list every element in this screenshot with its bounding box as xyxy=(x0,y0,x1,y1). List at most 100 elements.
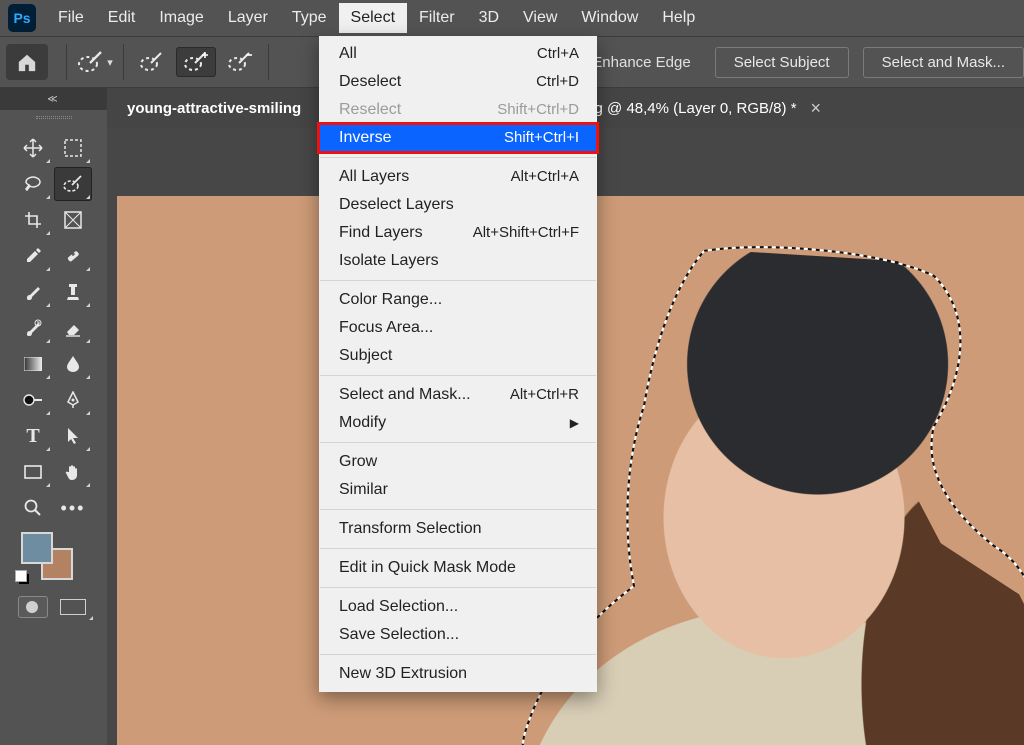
quick-selection-tool[interactable] xyxy=(54,167,92,201)
pen-tool[interactable] xyxy=(54,383,92,417)
menu-item-select-and-mask[interactable]: Select and Mask...Alt+Ctrl+R xyxy=(319,381,597,409)
menu-item-label: Load Selection... xyxy=(339,596,458,618)
select-subject-label: Select Subject xyxy=(734,54,830,71)
menu-item-label: Save Selection... xyxy=(339,624,459,646)
eyedropper-tool[interactable] xyxy=(14,239,52,273)
lasso-tool[interactable] xyxy=(14,167,52,201)
menu-file[interactable]: File xyxy=(46,3,96,33)
panel-grip[interactable] xyxy=(0,110,107,124)
gradient-tool[interactable] xyxy=(14,347,52,381)
dropdown-caret-icon: ▾ xyxy=(107,56,113,69)
menu-help[interactable]: Help xyxy=(650,3,707,33)
history-brush-tool[interactable] xyxy=(14,311,52,345)
menu-separator xyxy=(320,548,596,549)
menu-layer[interactable]: Layer xyxy=(216,3,280,33)
chevron-left-icon: ≪ xyxy=(47,94,59,105)
foreground-swatch[interactable] xyxy=(21,532,53,564)
menu-separator xyxy=(320,157,596,158)
screen-mode-toggle[interactable] xyxy=(57,596,89,618)
menu-item-subject[interactable]: Subject xyxy=(319,342,597,370)
menu-view[interactable]: View xyxy=(511,3,569,33)
home-button[interactable] xyxy=(6,44,48,80)
menu-item-deselect-layers[interactable]: Deselect Layers xyxy=(319,191,597,219)
menubar-items: FileEditImageLayerTypeSelectFilter3DView… xyxy=(46,3,707,33)
menu-item-label: Transform Selection xyxy=(339,518,482,540)
select-and-mask-button[interactable]: Select and Mask... xyxy=(863,47,1024,78)
menu-item-focus-area[interactable]: Focus Area... xyxy=(319,314,597,342)
healing-brush-tool[interactable] xyxy=(54,239,92,273)
subtract-selection-icon[interactable] xyxy=(220,47,260,77)
close-icon[interactable]: × xyxy=(811,98,822,119)
menu-item-shortcut: Shift+Ctrl+D xyxy=(497,99,579,121)
tab-title-suffix: pg @ 48,4% (Layer 0, RGB/8) * xyxy=(586,100,796,117)
menu-filter[interactable]: Filter xyxy=(407,3,467,33)
menu-item-transform-selection[interactable]: Transform Selection xyxy=(319,515,597,543)
edit-toolbar[interactable]: ••• xyxy=(54,491,92,525)
menu-separator xyxy=(320,654,596,655)
move-tool[interactable] xyxy=(14,131,52,165)
zoom-tool[interactable] xyxy=(14,491,52,525)
menu-select[interactable]: Select xyxy=(339,3,407,33)
menu-item-load-selection[interactable]: Load Selection... xyxy=(319,593,597,621)
toolbox: T ••• xyxy=(9,126,97,628)
menu-item-similar[interactable]: Similar xyxy=(319,476,597,504)
add-selection-icon[interactable] xyxy=(176,47,216,77)
menu-item-find-layers[interactable]: Find LayersAlt+Shift+Ctrl+F xyxy=(319,219,597,247)
dodge-tool[interactable] xyxy=(14,383,52,417)
menu-item-shortcut: Alt+Ctrl+R xyxy=(510,384,579,406)
color-swatches[interactable] xyxy=(15,532,93,588)
menu-3d[interactable]: 3D xyxy=(467,3,511,33)
menubar: Ps FileEditImageLayerTypeSelectFilter3DV… xyxy=(0,0,1024,36)
menu-edit[interactable]: Edit xyxy=(96,3,148,33)
qsel-tool-icon[interactable]: ▾ xyxy=(75,47,115,77)
blur-tool[interactable] xyxy=(54,347,92,381)
clone-stamp-tool[interactable] xyxy=(54,275,92,309)
menu-item-shortcut: Ctrl+A xyxy=(537,43,579,65)
menu-image[interactable]: Image xyxy=(147,3,215,33)
menu-item-reselect: ReselectShift+Ctrl+D xyxy=(319,96,597,124)
eraser-tool[interactable] xyxy=(54,311,92,345)
panel-collapse-tab[interactable]: ≪ xyxy=(0,88,107,110)
menu-item-isolate-layers[interactable]: Isolate Layers xyxy=(319,247,597,275)
rectangle-tool[interactable] xyxy=(14,455,52,489)
default-colors-icon[interactable] xyxy=(15,570,31,586)
menu-item-label: All Layers xyxy=(339,166,409,188)
menu-item-deselect[interactable]: DeselectCtrl+D xyxy=(319,68,597,96)
menu-item-inverse[interactable]: InverseShift+Ctrl+I xyxy=(319,124,597,152)
menu-item-label: Similar xyxy=(339,479,388,501)
select-subject-button[interactable]: Select Subject xyxy=(715,47,849,78)
menu-item-label: Modify xyxy=(339,412,386,434)
menu-item-label: New 3D Extrusion xyxy=(339,663,467,685)
new-selection-icon[interactable] xyxy=(132,47,172,77)
menu-item-label: Deselect Layers xyxy=(339,194,454,216)
type-tool[interactable]: T xyxy=(14,419,52,453)
menu-item-label: Grow xyxy=(339,451,377,473)
menu-item-all[interactable]: AllCtrl+A xyxy=(319,40,597,68)
menu-item-new-3d-extrusion[interactable]: New 3D Extrusion xyxy=(319,660,597,688)
menu-item-grow[interactable]: Grow xyxy=(319,448,597,476)
crop-tool[interactable] xyxy=(14,203,52,237)
path-selection-tool[interactable] xyxy=(54,419,92,453)
menu-item-label: Focus Area... xyxy=(339,317,433,339)
home-icon xyxy=(16,52,38,72)
menu-item-save-selection[interactable]: Save Selection... xyxy=(319,621,597,649)
menu-item-color-range[interactable]: Color Range... xyxy=(319,286,597,314)
frame-tool[interactable] xyxy=(54,203,92,237)
menu-item-label: Color Range... xyxy=(339,289,442,311)
menu-item-all-layers[interactable]: All LayersAlt+Ctrl+A xyxy=(319,163,597,191)
menu-separator xyxy=(320,280,596,281)
menu-item-label: Isolate Layers xyxy=(339,250,439,272)
menu-window[interactable]: Window xyxy=(569,3,650,33)
hand-tool[interactable] xyxy=(54,455,92,489)
menu-item-shortcut: Ctrl+D xyxy=(536,71,579,93)
menu-type[interactable]: Type xyxy=(280,3,339,33)
marquee-tool[interactable] xyxy=(54,131,92,165)
brush-tool[interactable] xyxy=(14,275,52,309)
quick-mask-toggle[interactable] xyxy=(18,596,48,618)
menu-item-label: Edit in Quick Mask Mode xyxy=(339,557,516,579)
menu-item-edit-in-quick-mask-mode[interactable]: Edit in Quick Mask Mode xyxy=(319,554,597,582)
menu-item-label: Subject xyxy=(339,345,392,367)
menu-separator xyxy=(320,509,596,510)
separator xyxy=(123,44,124,80)
menu-item-modify[interactable]: Modify▶ xyxy=(319,409,597,437)
